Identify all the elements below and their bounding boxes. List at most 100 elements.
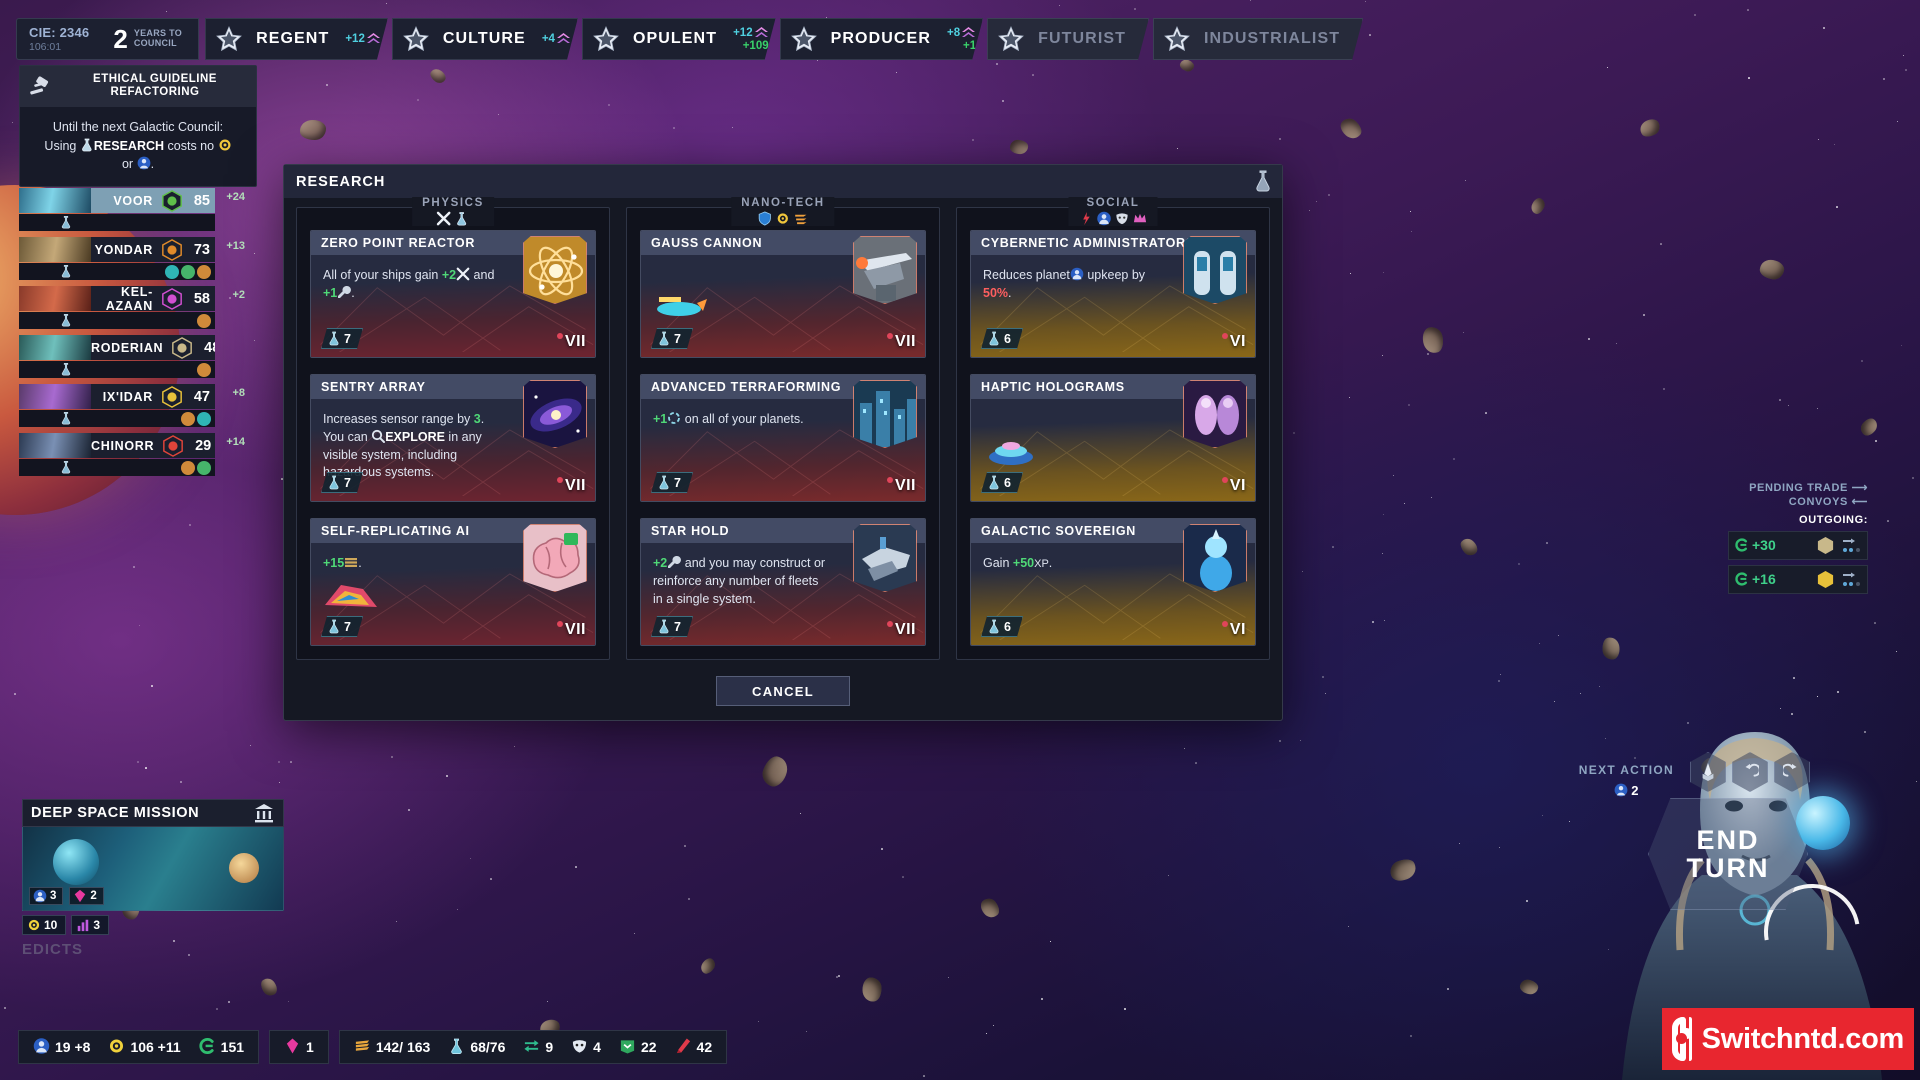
resource-item[interactable]: 142/ 163 bbox=[354, 1037, 431, 1058]
council-tab-industrialist[interactable]: INDUSTRIALIST bbox=[1153, 18, 1363, 60]
watermark-text: Switchntd.com bbox=[1702, 1023, 1904, 1056]
terraform-icon bbox=[667, 411, 681, 425]
research-tier-value: VI bbox=[1230, 333, 1246, 351]
trade-convoy-row[interactable]: +16 bbox=[1728, 565, 1868, 594]
research-tier: VII bbox=[887, 333, 916, 351]
star-icon bbox=[998, 26, 1024, 52]
council-tab-values: +12 +109 bbox=[733, 26, 769, 52]
deep-space-mission-card[interactable]: DEEP SPACE MISSION 32 10 3 EDICTS bbox=[22, 799, 284, 958]
end-turn-button[interactable]: END TURN bbox=[1648, 798, 1808, 910]
research-tier: VI bbox=[1222, 477, 1246, 495]
energy-icon bbox=[108, 1037, 125, 1058]
council-tab-futurist[interactable]: FUTURIST bbox=[987, 18, 1149, 60]
species-delta: +2 bbox=[232, 289, 245, 301]
edict-card[interactable]: ETHICAL GUIDELINE REFACTORING Until the … bbox=[19, 65, 257, 187]
undo-button[interactable] bbox=[1732, 752, 1768, 792]
cie-clock-panel: CIE: 2346 106:01 2 YEARS TO COUNCIL bbox=[16, 18, 199, 60]
research-column-icons bbox=[1079, 211, 1148, 226]
sun-icon bbox=[27, 918, 41, 932]
council-tab-value-primary: +12 bbox=[345, 33, 365, 45]
resource-value: 19 +8 bbox=[55, 1039, 90, 1055]
mission-stat: 2 bbox=[69, 887, 103, 905]
council-tab-values: +8 +1 bbox=[947, 26, 976, 52]
species-trait bbox=[197, 314, 211, 328]
resource-item[interactable]: 1 bbox=[284, 1037, 314, 1058]
ship-button[interactable] bbox=[1690, 752, 1726, 792]
research-column-title: SOCIAL bbox=[1086, 197, 1139, 209]
council-tabs: REGENT +12 CULTURE +4 OPULENT +12 +109 PRODUCER… bbox=[203, 18, 1363, 60]
council-tab-culture[interactable]: CULTURE +4 bbox=[392, 18, 578, 60]
resource-item[interactable]: 68/76 bbox=[448, 1037, 505, 1058]
species-trait bbox=[197, 265, 211, 279]
research-tier-value: VII bbox=[895, 333, 916, 351]
research-tier-value: VI bbox=[1230, 621, 1246, 639]
species-row[interactable]: YONDAR 73 +13 bbox=[19, 237, 215, 280]
research-card[interactable]: GALACTIC SOVEREIGN Gain +50XP. 6 VI bbox=[970, 518, 1256, 646]
resource-item[interactable]: 151 bbox=[199, 1037, 244, 1058]
species-sub-row bbox=[19, 214, 215, 231]
species-row[interactable]: IX'IDAR 47 +8 bbox=[19, 384, 215, 427]
resource-item[interactable]: 19 +8 bbox=[33, 1037, 90, 1058]
edict-line2-mid: costs no bbox=[168, 139, 215, 153]
research-cost: 7 bbox=[651, 616, 693, 637]
research-columns: PHYSICS ZERO POINT REACTOR All of your shi… bbox=[296, 207, 1270, 660]
research-card[interactable]: HAPTIC HOLOGRAMS 6 VI bbox=[970, 374, 1256, 502]
research-card[interactable]: ZERO POINT REACTOR All of your ships gain… bbox=[310, 230, 596, 358]
flask-icon bbox=[59, 215, 73, 230]
council-tab-opulent[interactable]: OPULENT +12 +109 bbox=[582, 18, 776, 60]
species-row[interactable]: KEL-AZAAN 58 +2 bbox=[19, 286, 215, 329]
research-cost: 7 bbox=[651, 328, 693, 349]
research-card[interactable]: STAR HOLD +2 and you may construct or rei… bbox=[640, 518, 926, 646]
species-row[interactable]: VOOR 85 +24 bbox=[19, 188, 215, 231]
arrow-right-icon: ⟶ bbox=[1852, 482, 1868, 494]
science-icon bbox=[987, 331, 1001, 346]
research-tier: VII bbox=[887, 621, 916, 639]
species-score: 85 bbox=[185, 193, 215, 209]
resource-item[interactable]: 22 bbox=[619, 1037, 657, 1058]
research-card[interactable]: CYBERNETIC ADMINISTRATORS Reduces planet … bbox=[970, 230, 1256, 358]
research-column-title: PHYSICS bbox=[422, 197, 484, 209]
edict-title: ETHICAL GUIDELINE REFACTORING bbox=[62, 73, 248, 99]
science-icon bbox=[327, 475, 341, 490]
species-row[interactable]: RODERIAN 48 bbox=[19, 335, 215, 378]
shield-icon bbox=[758, 211, 773, 226]
years-to-council: 2 YEARS TO COUNCIL bbox=[103, 26, 198, 52]
council-tab-values: +12 bbox=[345, 32, 381, 46]
species-row[interactable]: CHINORR 29 +14 bbox=[19, 433, 215, 476]
speed-icon bbox=[794, 211, 809, 226]
research-tier-value: VII bbox=[895, 621, 916, 639]
gavel-icon bbox=[28, 75, 54, 97]
species-name: RODERIAN bbox=[91, 341, 169, 355]
credits-icon bbox=[1735, 538, 1749, 552]
research-tier-value: VII bbox=[895, 477, 916, 495]
cancel-button[interactable]: CANCEL bbox=[716, 676, 850, 706]
resource-value: 106 +11 bbox=[130, 1039, 180, 1055]
redo-button[interactable] bbox=[1774, 752, 1810, 792]
switch-logo-icon bbox=[1672, 1017, 1692, 1061]
council-tab-regent[interactable]: REGENT +12 bbox=[205, 18, 388, 60]
research-card[interactable]: GAUSS CANNON 7 VII bbox=[640, 230, 926, 358]
research-card[interactable]: ADVANCED TERRAFORMING +1 on all of your p… bbox=[640, 374, 926, 502]
research-cost-value: 7 bbox=[344, 332, 351, 346]
cie-label: CIE: 2346 bbox=[29, 25, 89, 40]
resource-item[interactable]: 4 bbox=[571, 1037, 601, 1058]
trade-amount: +30 bbox=[1735, 537, 1776, 553]
research-cost-value: 7 bbox=[344, 476, 351, 490]
flask-icon bbox=[1252, 169, 1274, 193]
research-card[interactable]: SELF-REPLICATING AI +15. 7 VII bbox=[310, 518, 596, 646]
person-icon bbox=[1070, 267, 1084, 281]
council-tab-producer[interactable]: PRODUCER +8 +1 bbox=[780, 18, 984, 60]
edict-body: Until the next Galactic Council: Using R… bbox=[20, 107, 256, 185]
flask-icon bbox=[80, 138, 94, 152]
resource-item[interactable]: 42 bbox=[675, 1037, 713, 1058]
resource-item[interactable]: 106 +11 bbox=[108, 1037, 180, 1058]
research-cost-value: 7 bbox=[674, 620, 681, 634]
population-icon bbox=[33, 1037, 50, 1058]
research-card[interactable]: SENTRY ARRAY Increases sensor range by 3.… bbox=[310, 374, 596, 502]
research-tier: VII bbox=[557, 477, 586, 495]
trade-convoy-row[interactable]: +30 bbox=[1728, 531, 1868, 560]
resource-group-influence: 1 bbox=[269, 1030, 329, 1064]
species-traits bbox=[181, 461, 211, 475]
resource-item[interactable]: 9 bbox=[523, 1037, 553, 1058]
research-column-icons bbox=[758, 211, 809, 226]
